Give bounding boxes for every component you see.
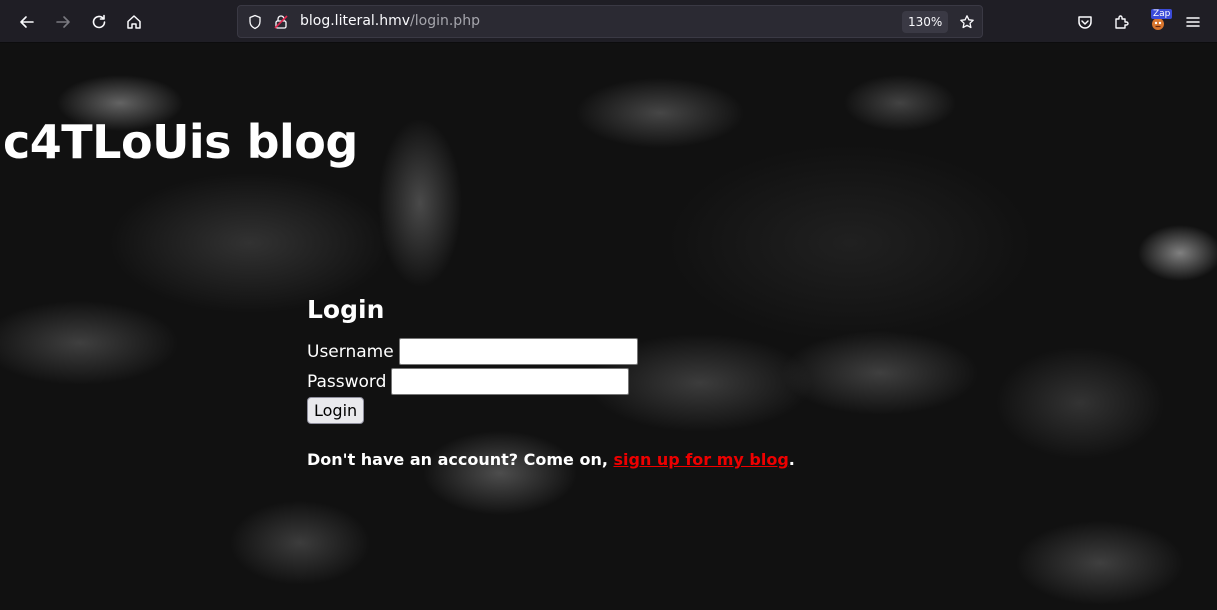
password-row: Password (307, 367, 907, 396)
password-input[interactable] (391, 368, 630, 395)
pocket-button[interactable] (1070, 7, 1100, 37)
reload-button[interactable] (84, 7, 114, 37)
url-bar[interactable]: blog.literal.hmv/login.php 130% (237, 5, 983, 38)
insecure-lock-icon[interactable] (272, 13, 290, 31)
signup-prefix: Don't have an account? Come on, (307, 450, 614, 469)
reload-icon (92, 14, 106, 29)
pocket-icon (1078, 16, 1092, 29)
zoom-level-badge[interactable]: 130% (902, 11, 949, 33)
back-button[interactable] (12, 7, 42, 37)
url-text[interactable]: blog.literal.hmv/login.php (300, 13, 480, 29)
signup-prompt: Don't have an account? Come on, sign up … (307, 450, 907, 469)
signup-link[interactable]: sign up for my blog (613, 450, 788, 469)
username-input[interactable] (398, 338, 638, 365)
page-background: c4TLoUis blog Login Username Password Lo… (0, 43, 1217, 610)
extensions-button[interactable] (1106, 7, 1136, 37)
url-host: blog.literal.hmv (300, 13, 411, 29)
login-button[interactable]: Login (307, 397, 365, 424)
blog-title: c4TLoUis blog (3, 115, 358, 169)
signup-suffix: . (788, 450, 795, 469)
username-row: Username (307, 337, 907, 366)
zap-badge: Zap (1151, 9, 1173, 19)
home-button[interactable] (119, 7, 149, 37)
password-label: Password (307, 371, 387, 392)
bookmark-star-icon[interactable] (958, 13, 976, 31)
forward-button[interactable] (48, 7, 78, 37)
url-path: /login.php (410, 13, 480, 29)
browser-toolbar: blog.literal.hmv/login.php 130% Zap (0, 0, 1217, 43)
home-icon (127, 15, 141, 29)
menu-icon (1186, 17, 1200, 27)
extensions-icon (1115, 15, 1129, 29)
login-form: Login Username Password Login Don't have… (307, 295, 907, 469)
shield-icon[interactable] (246, 13, 264, 31)
app-menu-button[interactable] (1178, 7, 1208, 37)
username-label: Username (307, 341, 394, 362)
login-heading: Login (307, 295, 385, 324)
forward-arrow-icon (56, 16, 70, 28)
back-arrow-icon (20, 16, 34, 28)
